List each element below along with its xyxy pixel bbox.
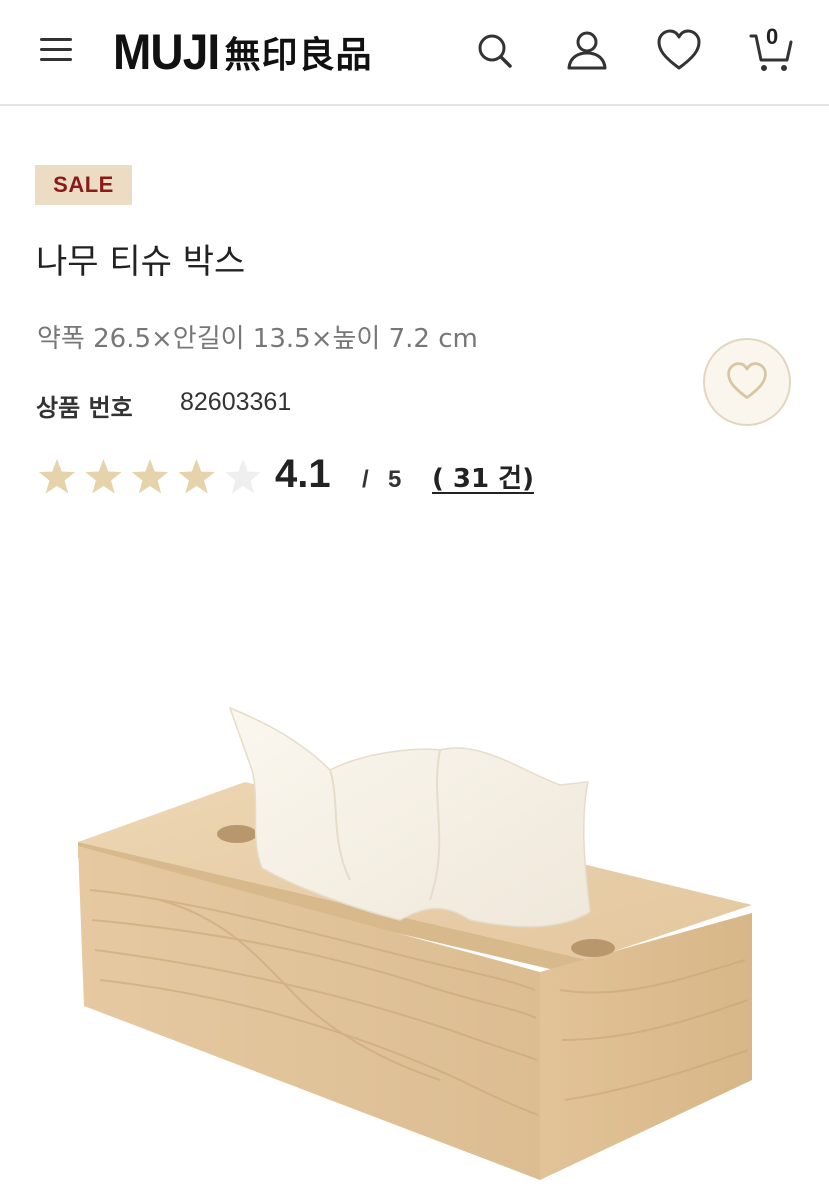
rating-stars [38,459,262,494]
heart-icon[interactable] [654,26,704,76]
logo-cjk: 無印良品 [224,35,373,76]
top-header: MUJI 無印良品 0 [0,0,829,106]
muji-logo[interactable]: MUJI 無印良品 [113,22,372,82]
logo-latin: MUJI [113,24,220,80]
review-count-link[interactable]: ( 31 건) [432,458,534,495]
rating-value: 4.1 [275,452,331,496]
user-icon[interactable] [562,26,612,76]
rating-max: 5 [388,466,402,493]
wishlist-button[interactable] [703,338,791,426]
star-filled-icon [131,459,169,494]
product-number-value: 82603361 [180,388,292,416]
sale-badge: SALE [35,165,132,205]
product-title: 나무 티슈 박스 [36,242,246,282]
cart-icon[interactable]: 0 [747,24,797,76]
menu-icon[interactable] [40,34,74,64]
cart-count: 0 [766,24,779,49]
heart-icon [727,362,767,400]
star-empty-icon [224,459,262,494]
star-filled-icon [38,459,76,494]
search-icon[interactable] [470,26,520,76]
product-image [78,706,752,1180]
product-dimensions: 약폭 26.5×안길이 13.5×높이 7.2 cm [37,324,478,354]
star-filled-icon [85,459,122,494]
star-filled-icon [178,459,215,494]
rating-separator: / [362,466,369,493]
product-number-label: 상품 번호 [36,394,133,422]
